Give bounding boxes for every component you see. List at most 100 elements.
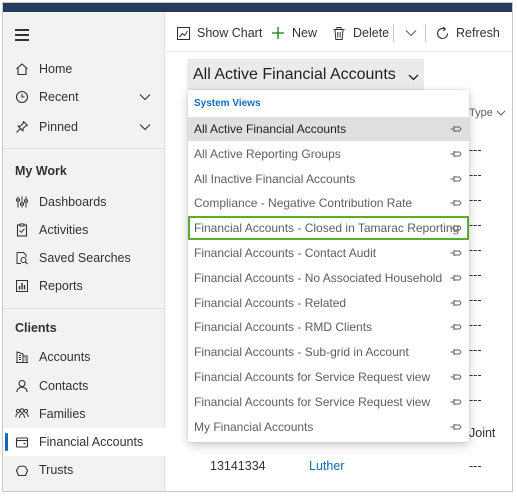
sidebar-item-label: Financial Accounts <box>39 435 144 449</box>
dropdown-item-label: Financial Accounts - RMD Clients <box>194 320 373 334</box>
chevron-down-icon <box>408 70 419 81</box>
grid-cell-type: --- <box>469 459 482 473</box>
grid-cell-type: --- <box>469 168 482 182</box>
sidebar-item-accounts[interactable]: Accounts <box>3 343 165 371</box>
sidebar-item-label: Dashboards <box>39 195 107 209</box>
dashboard-icon <box>15 195 29 209</box>
person-icon <box>15 379 29 393</box>
dropdown-item[interactable]: Compliance - Negative Contribution Rate <box>188 191 469 215</box>
sidebar: Home Recent Pinned My Work Dashboards Ac… <box>3 12 165 491</box>
grid-cell-type: --- <box>469 318 482 332</box>
chevron-down-icon[interactable] <box>139 121 151 133</box>
dropdown-item[interactable]: All Active Financial Accounts <box>188 117 469 141</box>
dropdown-item[interactable]: Financial Accounts for Service Request v… <box>188 390 469 414</box>
trust-icon <box>15 463 29 477</box>
sidebar-item-label: Accounts <box>39 350 91 364</box>
section-title-my-work: My Work <box>15 164 67 178</box>
pin-icon[interactable] <box>450 421 462 433</box>
pin-icon[interactable] <box>450 346 462 358</box>
toolbar-separator <box>393 24 394 42</box>
new-button[interactable]: New <box>270 21 317 45</box>
dropdown-section-title: System Views <box>194 98 261 109</box>
pin-icon[interactable] <box>450 371 462 383</box>
chevron-down-icon[interactable] <box>139 91 151 103</box>
dropdown-item-label: All Active Financial Accounts <box>194 122 347 136</box>
show-chart-label: Show Chart <box>197 26 263 40</box>
home-icon <box>15 62 29 76</box>
pin-icon[interactable] <box>450 272 462 284</box>
show-chart-button[interactable]: Show Chart <box>175 21 262 45</box>
pin-icon[interactable] <box>450 148 462 160</box>
building-icon <box>15 350 29 364</box>
grid-cell-type: --- <box>469 268 482 282</box>
sidebar-item-label: Families <box>39 407 86 421</box>
command-bar: Show Chart New Delete Refresh <box>166 12 512 52</box>
dropdown-item-label: Financial Accounts for Service Request v… <box>194 395 431 409</box>
pin-icon[interactable] <box>450 123 462 135</box>
grid-cell-type: --- <box>469 243 482 257</box>
grid-cell-type: --- <box>469 143 482 157</box>
refresh-label: Refresh <box>456 26 500 40</box>
more-commands-button[interactable] <box>403 21 425 45</box>
app-window: Home Recent Pinned My Work Dashboards Ac… <box>2 2 513 492</box>
sidebar-item-activities[interactable]: Activities <box>3 216 165 244</box>
grid-cell-type: --- <box>469 343 482 357</box>
pin-icon[interactable] <box>450 222 462 234</box>
hamburger-menu-icon[interactable] <box>15 29 29 41</box>
sidebar-item-saved-searches[interactable]: Saved Searches <box>3 244 165 272</box>
dropdown-item-label: All Active Reporting Groups <box>194 147 341 161</box>
view-selector[interactable]: All Active Financial Accounts <box>187 59 424 91</box>
sidebar-item-reports[interactable]: Reports <box>3 272 165 300</box>
sidebar-item-contacts[interactable]: Contacts <box>3 372 165 400</box>
pin-icon[interactable] <box>450 321 462 333</box>
sidebar-item-families[interactable]: Families <box>3 400 165 428</box>
top-banner <box>3 3 512 12</box>
chevron-down-icon <box>496 110 506 116</box>
sidebar-item-dashboards[interactable]: Dashboards <box>3 188 165 216</box>
report-icon <box>15 279 29 293</box>
view-dropdown: System Views All Active Financial Accoun… <box>188 90 469 442</box>
grid-cell-type: --- <box>469 193 482 207</box>
grid-cell-type: --- <box>469 218 482 232</box>
pin-icon[interactable] <box>450 173 462 185</box>
clock-icon <box>15 90 29 104</box>
dropdown-item[interactable]: Financial Accounts - Related <box>188 291 469 315</box>
sidebar-item-pinned[interactable]: Pinned <box>3 113 165 141</box>
dropdown-item[interactable]: Financial Accounts - Closed in Tamarac R… <box>188 216 469 240</box>
sidebar-item-label: Home <box>39 62 73 76</box>
refresh-button[interactable]: Refresh <box>434 21 500 45</box>
dropdown-item[interactable]: All Inactive Financial Accounts <box>188 167 469 191</box>
dropdown-item[interactable]: My Financial Accounts <box>188 415 469 439</box>
sidebar-item-financial-accounts[interactable]: Financial Accounts <box>3 428 165 456</box>
grid-cell-type: Joint <box>469 426 496 440</box>
dropdown-item[interactable]: Financial Accounts for Service Request v… <box>188 365 469 389</box>
pin-icon[interactable] <box>450 247 462 259</box>
pin-icon[interactable] <box>450 197 462 209</box>
dropdown-item[interactable]: Financial Accounts - Contact Audit <box>188 241 469 265</box>
new-label: New <box>292 26 318 40</box>
sidebar-item-home[interactable]: Home <box>3 55 165 83</box>
sidebar-divider <box>3 148 165 149</box>
delete-button[interactable]: Delete <box>331 21 389 45</box>
section-title-clients: Clients <box>15 321 57 335</box>
trash-icon <box>331 25 347 41</box>
dropdown-item-label: All Inactive Financial Accounts <box>194 172 356 186</box>
pin-icon[interactable] <box>450 297 462 309</box>
grid-cell-name-link[interactable]: Luther <box>309 459 344 473</box>
column-header-type[interactable]: Type <box>469 107 506 119</box>
dropdown-item[interactable]: Financial Accounts - No Associated House… <box>188 266 469 290</box>
column-header-label: Type <box>469 107 493 119</box>
dropdown-item[interactable]: All Active Reporting Groups <box>188 142 469 166</box>
dropdown-item-label: Compliance - Negative Contribution Rate <box>194 196 413 210</box>
sidebar-item-recent[interactable]: Recent <box>3 83 165 111</box>
dropdown-item-label: My Financial Accounts <box>194 420 314 434</box>
dropdown-item[interactable]: Financial Accounts - RMD Clients <box>188 315 469 339</box>
pin-icon[interactable] <box>450 396 462 408</box>
sidebar-divider <box>3 308 165 309</box>
delete-label: Delete <box>353 26 390 40</box>
dropdown-item-label: Financial Accounts - Closed in Tamarac R… <box>194 221 460 235</box>
sidebar-item-label: Trusts <box>39 463 74 477</box>
saved-search-icon <box>15 251 29 265</box>
dropdown-item[interactable]: Financial Accounts - Sub-grid in Account <box>188 340 469 364</box>
sidebar-item-trusts[interactable]: Trusts <box>3 456 165 484</box>
